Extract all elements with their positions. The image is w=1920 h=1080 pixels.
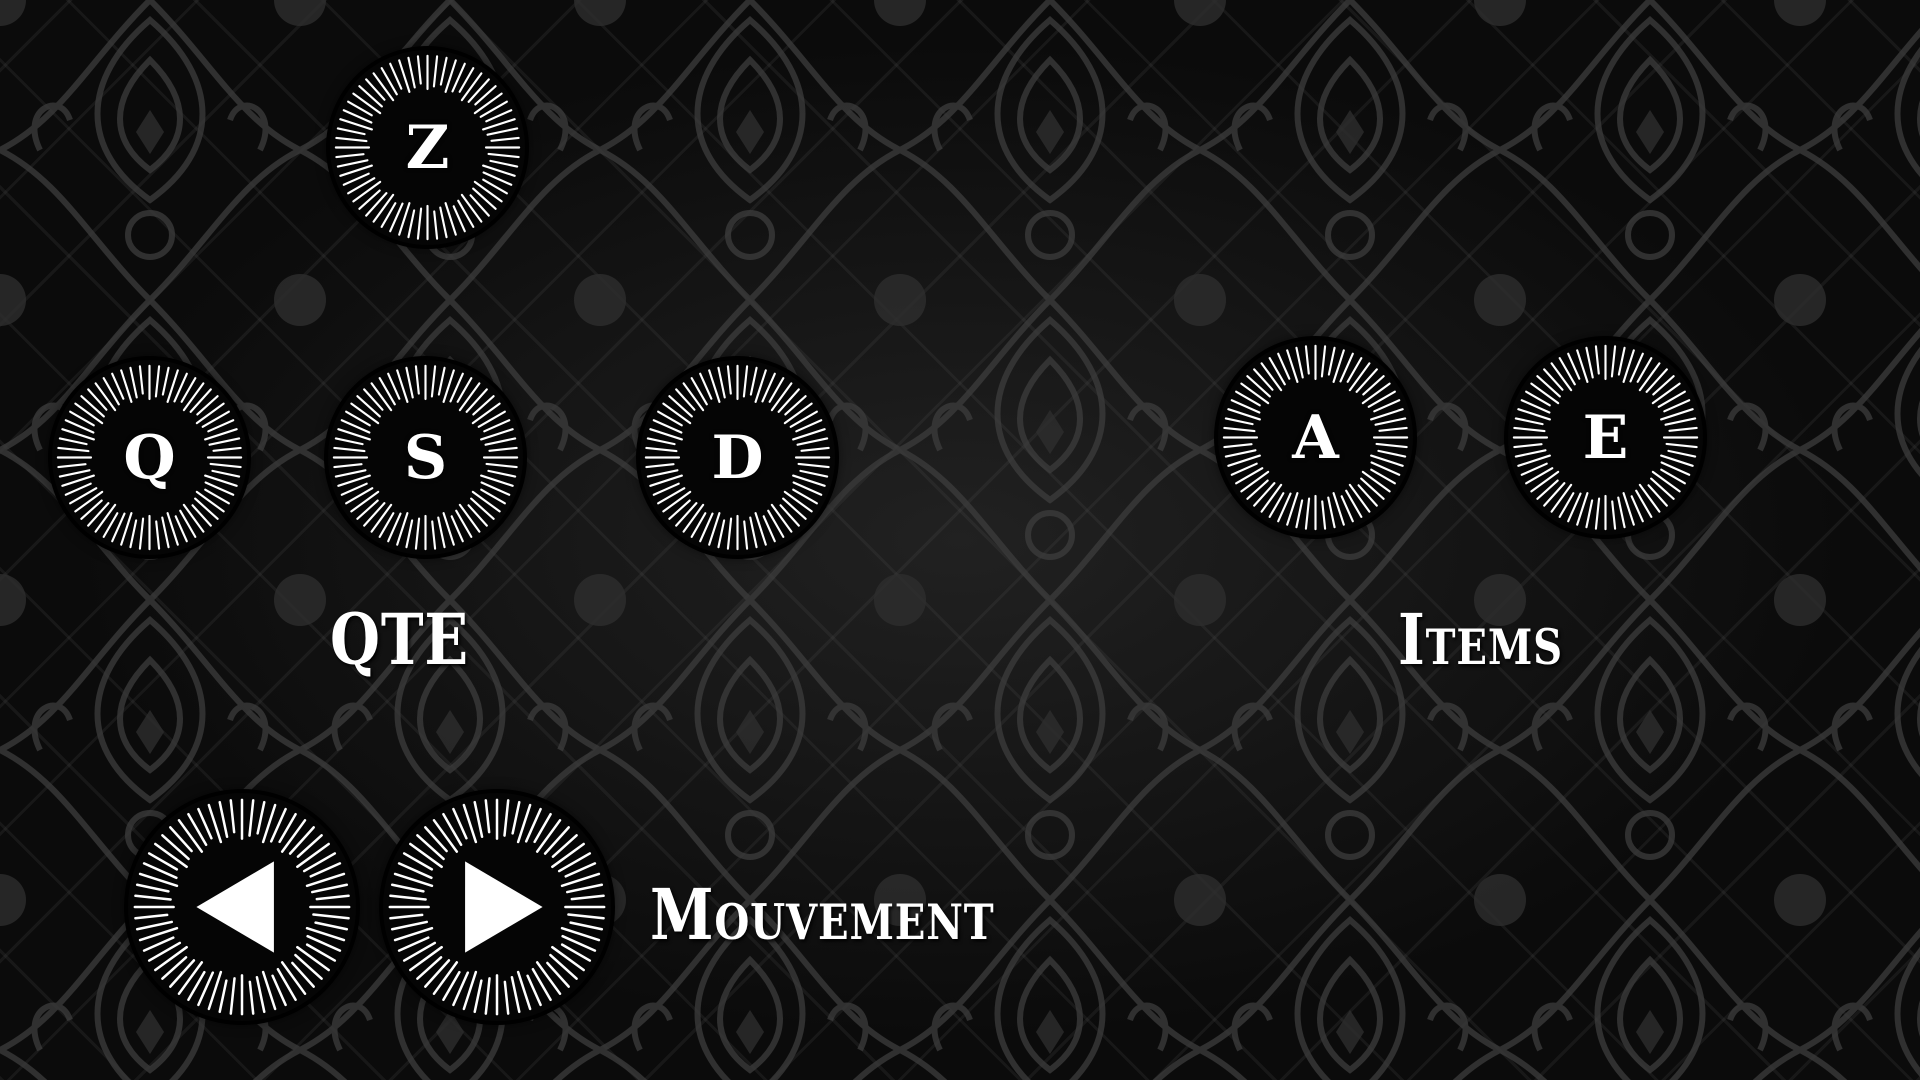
key-q-label: Q (123, 422, 176, 493)
right-arrow-icon (465, 861, 543, 953)
movement-label: Mouvement (650, 873, 995, 956)
items-label: Items (1398, 598, 1563, 681)
key-s-label: S (403, 422, 448, 493)
key-d-label: D (711, 422, 764, 493)
key-e[interactable]: E (1508, 340, 1703, 535)
key-z[interactable]: Z (330, 50, 525, 245)
key-left-arrow[interactable] (128, 793, 356, 1021)
key-right-arrow[interactable] (383, 793, 611, 1021)
left-arrow-icon (196, 861, 274, 953)
key-d[interactable]: D (640, 360, 835, 555)
qte-label: QTE (330, 598, 469, 681)
key-q[interactable]: Q (52, 360, 247, 555)
key-e-label: E (1582, 402, 1629, 473)
key-a-label: A (1292, 402, 1339, 473)
key-a[interactable]: A (1218, 340, 1413, 535)
key-z-label: Z (405, 112, 450, 183)
key-s[interactable]: S (328, 360, 523, 555)
